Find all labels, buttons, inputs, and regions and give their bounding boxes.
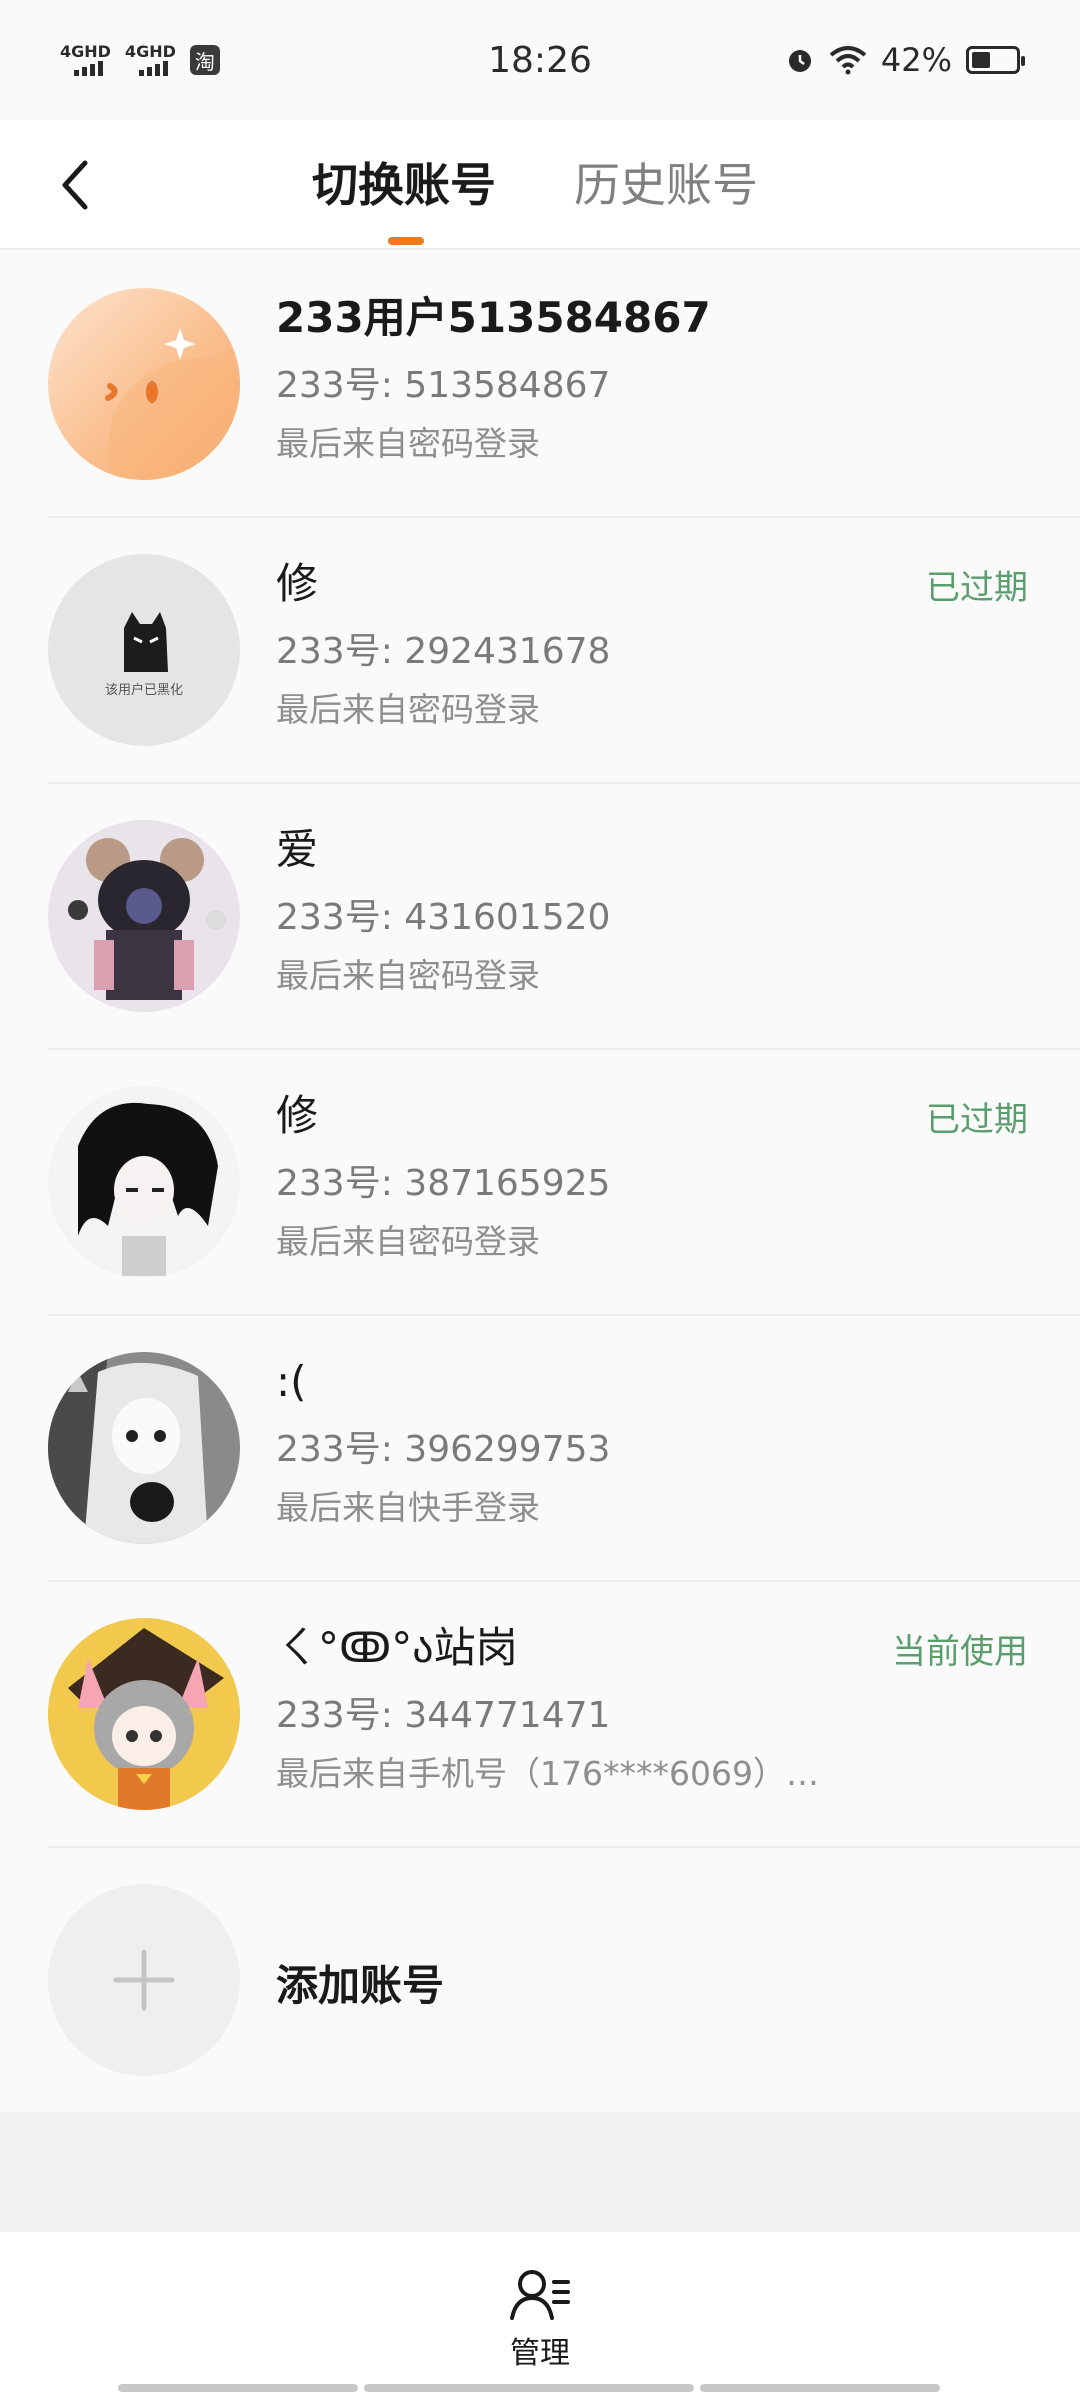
last-login: 最后来自手机号（176****6069）… [276,1754,819,1793]
account-name: ㄑ°ↂ°ა站岗 [276,1623,518,1672]
gesture-bar [364,2384,694,2392]
account-name: 233用户513584867 [276,293,711,342]
avatar: 该用户已黑化 [48,554,240,746]
account-name: :( [276,1357,307,1406]
account-list: 233用户513584867 233号: 513584867 最后来自密码登录 … [0,252,1080,2114]
add-account-label: 添加账号 [276,1961,445,2010]
account-id: 233号: 344771471 [276,1695,611,1736]
last-login: 最后来自密码登录 [276,690,540,729]
avatar [48,1352,240,1544]
status-badge-expired: 已过期 [926,1100,1028,1140]
account-id: 233号: 292431678 [276,631,611,672]
manage-button[interactable]: 管理 [490,2266,590,2372]
last-login: 最后来自密码登录 [276,424,540,463]
account-name: 爱 [276,825,319,874]
status-badge-current: 当前使用 [892,1632,1028,1672]
avatar [48,1086,240,1278]
last-login: 最后来自密码登录 [276,1222,540,1261]
add-account-circle [48,1884,240,2076]
signal-label-2: 4GHD [124,42,176,61]
battery-percent: 42% [880,41,952,79]
account-row[interactable]: 233用户513584867 233号: 513584867 最后来自密码登录 [48,252,1080,518]
account-name: 修 [276,1091,319,1140]
account-row[interactable]: 该用户已黑化 修 233号: 292431678 最后来自密码登录 已过期 [48,518,1080,784]
account-id: 233号: 513584867 [276,365,611,406]
bottom-bar: 管理 [0,2232,1080,2400]
signal-icon: 4GHD [125,44,176,76]
header: 切换账号 历史账号 [0,120,1080,250]
tab-bar: 切换账号 历史账号 [0,120,1080,250]
account-row[interactable]: :( 233号: 396299753 最后来自快手登录 [48,1316,1080,1582]
tab-switch-account[interactable]: 切换账号 [312,150,496,220]
alarm-icon [788,50,811,72]
avatar [48,1618,240,1810]
plus-icon [113,1949,175,2011]
account-name: 修 [276,559,319,608]
status-left: 4GHD 4GHD 淘 [60,44,220,76]
manage-label: 管理 [510,2336,570,2371]
status-bar: 4GHD 4GHD 淘 18:26 42% [0,0,1080,120]
avatar-caption: 该用户已黑化 [105,682,183,698]
account-id: 233号: 396299753 [276,1429,611,1470]
signal-label-1: 4GHD [60,42,111,61]
last-login: 最后来自密码登录 [276,956,540,995]
last-login: 最后来自快手登录 [276,1488,540,1527]
tab-indicator [388,237,424,245]
add-account-button[interactable]: 添加账号 [48,1848,1080,2114]
spacer [0,2112,1080,2232]
status-badge-expired: 已过期 [926,568,1028,608]
account-row[interactable]: 修 233号: 387165925 最后来自密码登录 已过期 [48,1050,1080,1316]
account-id: 233号: 387165925 [276,1163,611,1204]
account-row[interactable]: 爱 233号: 431601520 最后来自密码登录 [48,784,1080,1050]
account-id: 233号: 431601520 [276,897,611,938]
manage-user-icon [510,2270,570,2320]
wifi-icon [829,46,867,75]
battery-icon [966,46,1025,74]
status-right: 42% [785,41,1025,79]
taobao-notification-icon: 淘 [189,45,220,75]
signal-icon: 4GHD [60,44,111,76]
account-row[interactable]: ㄑ°ↂ°ა站岗 233号: 344771471 最后来自手机号（176****6… [48,1582,1080,1848]
avatar [48,820,240,1012]
gesture-bar [118,2384,358,2392]
gesture-bar [700,2384,940,2392]
tab-history-account[interactable]: 历史账号 [574,150,758,220]
avatar [48,288,240,480]
